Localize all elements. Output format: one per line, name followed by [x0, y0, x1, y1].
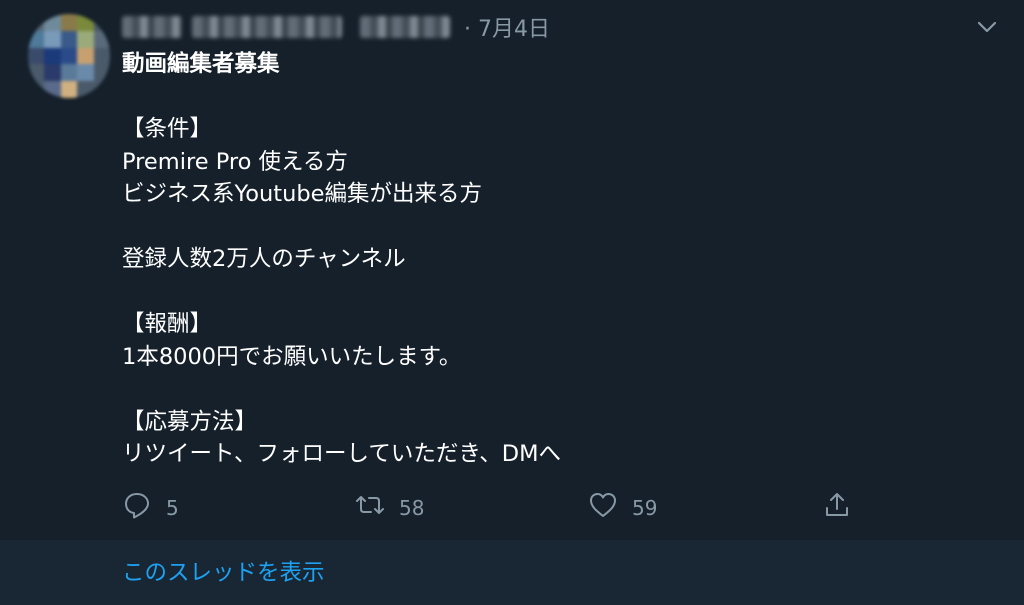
avatar-pixel	[93, 81, 110, 98]
tweet-text-line: ビジネス系Youtube編集が出来る方	[122, 181, 482, 207]
share-icon	[822, 490, 852, 525]
avatar-pixel	[60, 81, 78, 98]
avatar-pixel	[93, 64, 110, 82]
avatar-pixel	[28, 47, 45, 65]
tweet-text-line: 登録人数2万人のチャンネル	[122, 246, 406, 272]
tweet-text-line	[122, 276, 982, 309]
tweet-text-line: 1本8000円でお願いいたします。	[122, 343, 462, 370]
tweet-date[interactable]: · 7月4日	[464, 11, 550, 43]
avatar-pixel	[44, 30, 61, 48]
avatar-pixel	[44, 64, 61, 82]
tweet-text-line: Premire Pro 使える方	[122, 148, 348, 175]
chevron-down-icon[interactable]	[976, 18, 998, 36]
avatar-pixel	[77, 14, 94, 31]
avatar-pixel	[77, 30, 94, 48]
tweet[interactable]: · 7月4日 動画編集者募集 【条件】 Premire Pro 使える方ビジネス系Y…	[0, 0, 1024, 540]
reply-button[interactable]: 5	[122, 490, 179, 525]
avatar-pixel	[28, 30, 45, 48]
retweet-icon	[355, 490, 385, 525]
retweet-count: 58	[399, 495, 425, 520]
like-button[interactable]: 59	[588, 490, 657, 525]
avatar-pixel	[93, 14, 110, 31]
tweet-text-line: リツイート、フォローしていただき、DMへ	[122, 441, 562, 467]
avatar-pixel	[60, 64, 78, 82]
tweet-text-line: 【条件】	[122, 116, 213, 142]
tweet-text-line: 【報酬】	[122, 311, 213, 337]
avatar-pixel	[28, 64, 45, 82]
author-handle-blurred[interactable]	[360, 16, 450, 38]
avatar-pixel	[60, 47, 78, 65]
avatar-pixel	[28, 81, 45, 98]
reply-count: 5	[166, 495, 179, 520]
tweet-text: 動画編集者募集 【条件】 Premire Pro 使える方ビジネス系Youtube編…	[122, 48, 982, 471]
tweet-header: · 7月4日	[122, 10, 550, 44]
author-name-blurred[interactable]	[122, 16, 182, 38]
tweet-text-line	[122, 211, 982, 244]
retweet-button[interactable]: 58	[355, 490, 424, 525]
like-count: 59	[632, 495, 658, 520]
avatar-pixel	[44, 47, 61, 65]
avatar-pixel	[77, 47, 94, 65]
tweet-text-line: 【応募方法】	[122, 408, 258, 435]
avatar-pixel	[77, 64, 94, 82]
avatar-pixel	[60, 30, 78, 48]
tweet-text-line	[122, 81, 982, 114]
heart-icon	[588, 490, 618, 525]
avatar-pixel	[44, 81, 61, 98]
share-button[interactable]	[822, 490, 852, 525]
tweet-actions: 5 58 59	[122, 490, 882, 526]
avatar-pixel	[28, 14, 45, 31]
avatar-pixel	[44, 14, 61, 31]
tweet-text-line	[122, 373, 982, 406]
avatar-pixel	[93, 30, 110, 48]
tweet-title-line: 動画編集者募集	[122, 51, 280, 77]
avatar-pixel	[77, 81, 94, 98]
reply-icon	[122, 490, 152, 525]
show-thread-link[interactable]: このスレッドを表示	[122, 555, 325, 587]
avatar[interactable]	[28, 14, 110, 98]
author-name-blurred-2[interactable]	[192, 16, 342, 38]
avatar-pixel	[60, 14, 78, 31]
thread-bar: このスレッドを表示	[0, 540, 1024, 605]
avatar-pixel	[93, 47, 110, 65]
